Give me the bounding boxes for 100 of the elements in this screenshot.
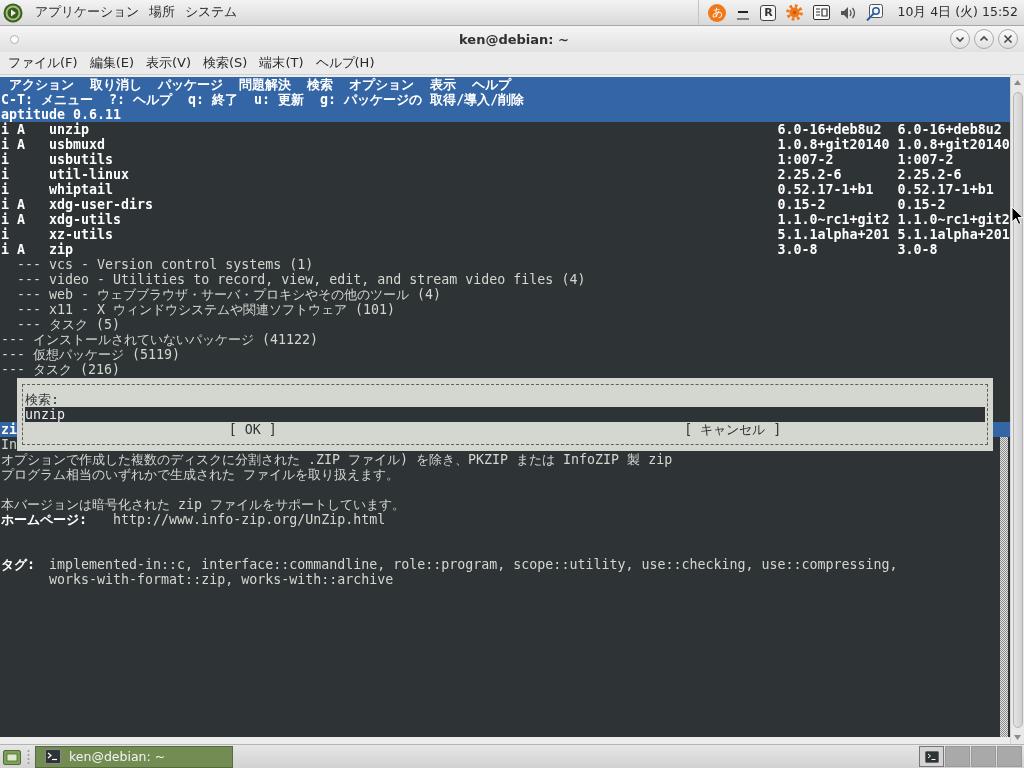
tree-item[interactable]: タスク (5) [49, 317, 121, 332]
menu-item[interactable]: 表示(V) [140, 52, 198, 74]
search-icon[interactable] [866, 4, 884, 21]
status-letter: i [1, 152, 9, 167]
package-name[interactable]: whiptail [49, 182, 114, 197]
aptitude-menu-item[interactable]: 表示 [430, 77, 456, 92]
panel-menu[interactable]: アプリケーション [31, 1, 143, 24]
status-letter: i [1, 242, 9, 257]
version-label: aptitude 0.6.11 [1, 107, 122, 122]
menu-item[interactable]: 端末(T) [253, 52, 310, 74]
field-label: タグ: [1, 557, 35, 572]
version-text: 0.15-2 [897, 197, 946, 212]
package-name[interactable]: zip [49, 242, 74, 257]
mouse-pointer-icon [1011, 206, 1023, 225]
panel-menu[interactable]: システム [181, 1, 241, 24]
tree-marker: --- [1, 362, 26, 377]
menu-item[interactable]: ファイル(F) [2, 52, 84, 74]
tree-item[interactable]: video - Utilities to record, view, edit, and stream video files (4) [49, 272, 586, 287]
status-letter: i [1, 137, 9, 152]
version-text: 0.52.17-1+b1 [777, 182, 874, 197]
flag-letter: A [17, 122, 25, 137]
description-line: オプションで作成した複数のディスクに分割された .ZIP ファイル) を除き、PKZIP または InfoZIP 製 zip [1, 452, 673, 467]
tree-marker: --- [17, 257, 42, 272]
flag-letter: A [17, 137, 25, 152]
version-text: 0.15-2 [777, 197, 826, 212]
version-text: 6.0-16+deb8u2 [897, 122, 1002, 137]
scrollbar-thumb[interactable] [1012, 92, 1023, 728]
maximize-button[interactable] [974, 29, 994, 49]
display-icon[interactable] [813, 5, 831, 20]
version-text: 6.0-16+deb8u2 [777, 122, 882, 137]
status-letter: i [1, 122, 9, 137]
menu-item[interactable]: 検索(S) [197, 52, 254, 74]
version-text: 1:007-2 [897, 152, 954, 167]
status-letter: i [1, 212, 9, 227]
desktop-icon[interactable] [3, 747, 21, 766]
version-text: 3.0-8 [777, 242, 818, 257]
package-title: zi [1, 422, 17, 437]
version-text: 1.1.0~rc1+git2 [897, 212, 1010, 227]
package-name[interactable]: util-linux [49, 167, 130, 182]
version-text: 1.0.8+git20140 [897, 137, 1010, 152]
aptitude-menu-item[interactable]: ヘルプ [472, 77, 511, 92]
menu-item[interactable]: 編集(E) [83, 52, 140, 74]
workspace-cell[interactable] [971, 746, 996, 767]
dialog-button[interactable]: [ キャンセル ] [684, 422, 782, 437]
close-button[interactable] [998, 29, 1018, 49]
dot-icon[interactable] [10, 34, 19, 44]
terminal-icon [45, 749, 61, 764]
task-button[interactable]: ken@debian: ~ [35, 745, 233, 768]
description-line: 本バージョンは暗号化された zip ファイルをサポートしています。 [1, 497, 406, 512]
clock[interactable]: 10月 4日 (火) 15:52 [895, 1, 1020, 24]
tree-item[interactable]: x11 - X ウィンドウシステムや関連ソフトウェア (101) [49, 302, 396, 317]
menu-item[interactable]: ヘルプ(H) [309, 52, 381, 74]
workspace-cell[interactable] [997, 746, 1022, 767]
dialog-button[interactable]: [ OK ] [228, 422, 277, 437]
aptitude-menu-item[interactable]: パッケージ [158, 77, 223, 92]
field-label: ホームページ: [1, 512, 87, 527]
gear-icon[interactable] [786, 4, 804, 21]
flag-letter: A [17, 197, 25, 212]
tag-list-line: implemented-in::c, interface::commandline, role::program, scope::utility, use::checking, use::compressing, [49, 557, 898, 572]
package-name[interactable]: usbmuxd [49, 137, 106, 152]
package-name[interactable]: xdg-user-dirs [49, 197, 154, 212]
aptitude-menu-item[interactable]: アクション [9, 77, 74, 92]
aptitude-menu-item[interactable]: 問題解決 [239, 77, 291, 92]
tree-item[interactable]: web - ウェブブラウザ・サーバ・プロキシやその他のツール (4) [49, 287, 442, 302]
version-text: 2.25.2-6 [777, 167, 842, 182]
panel-menu[interactable]: 場所 [145, 1, 179, 24]
logo-icon[interactable] [3, 2, 23, 23]
minimize-button[interactable] [950, 29, 970, 49]
workspace-cell[interactable] [919, 746, 944, 767]
tray-indicator[interactable]: R [760, 4, 777, 21]
workspace-cell[interactable] [945, 746, 970, 767]
package-name[interactable]: unzip [49, 122, 90, 137]
close-icon [1003, 34, 1013, 44]
status-letter: i [1, 182, 9, 197]
package-name[interactable]: xz-utils [49, 227, 114, 242]
tree-item[interactable]: vcs - Version control systems (1) [49, 257, 314, 272]
down-arrow-icon[interactable] [1014, 735, 1021, 740]
tree-item[interactable]: タスク (216) [33, 362, 121, 377]
status-letter: i [1, 227, 9, 242]
version-text: 1.1.0~rc1+git2 [777, 212, 890, 227]
version-text: 0.52.17-1+b1 [897, 182, 994, 197]
aptitude-menu-item[interactable]: 取り消し [90, 77, 142, 92]
status-letter: i [1, 167, 9, 182]
aptitude-menu-item[interactable]: 検索 [307, 77, 333, 92]
up-arrow-icon[interactable] [1014, 80, 1021, 85]
description-line: In [1, 437, 17, 452]
tree-marker: --- [17, 302, 42, 317]
search-input[interactable]: unzip [25, 407, 985, 422]
search-label: 検索: [25, 392, 59, 407]
aptitude-menu-item[interactable]: オプション [349, 77, 414, 92]
description-line: プログラム相当のいずれかで生成された ファイルを取り扱えます。 [1, 467, 399, 482]
window-title: ken@debian: ~ [459, 31, 569, 47]
grip-icon[interactable] [27, 749, 30, 764]
tree-item[interactable]: インストールされていないパッケージ (41122) [33, 332, 319, 347]
tree-item[interactable]: 仮想パッケージ (5119) [33, 347, 181, 362]
chevron-up-icon [979, 34, 989, 44]
version-text: 3.0-8 [897, 242, 938, 257]
tree-marker: --- [1, 347, 26, 362]
package-name[interactable]: xdg-utils [49, 212, 122, 227]
package-name[interactable]: usbutils [49, 152, 114, 167]
